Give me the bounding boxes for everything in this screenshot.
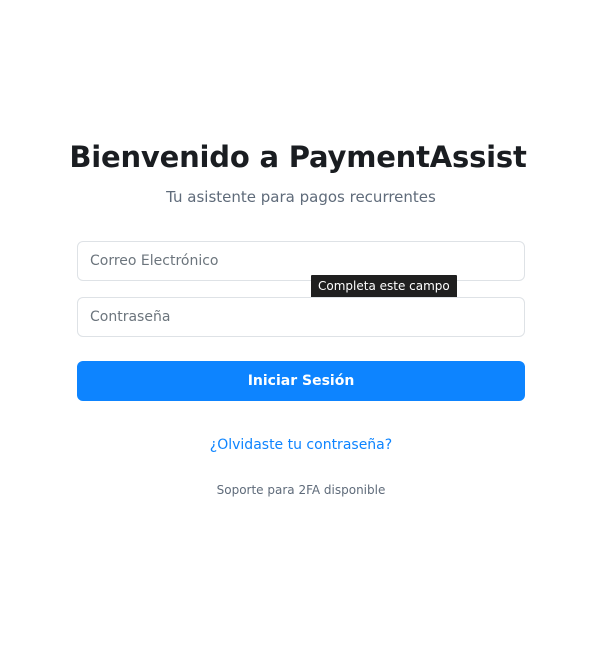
validation-tooltip: Completa este campo bbox=[311, 275, 457, 298]
password-field-wrapper bbox=[77, 297, 525, 337]
forgot-password-link[interactable]: ¿Olvidaste tu contraseña? bbox=[0, 437, 596, 453]
page-title: Bienvenido a PaymentAssist bbox=[69, 140, 527, 174]
support-note: Soporte para 2FA disponible bbox=[216, 483, 386, 497]
email-field[interactable] bbox=[78, 242, 524, 280]
login-button[interactable]: Iniciar Sesión bbox=[77, 361, 525, 401]
page-subtitle: Tu asistente para pagos recurrentes bbox=[166, 188, 436, 206]
password-field[interactable] bbox=[78, 298, 524, 336]
email-field-wrapper bbox=[77, 241, 525, 281]
login-page: Bienvenido a PaymentAssist Tu asistente … bbox=[0, 0, 596, 647]
